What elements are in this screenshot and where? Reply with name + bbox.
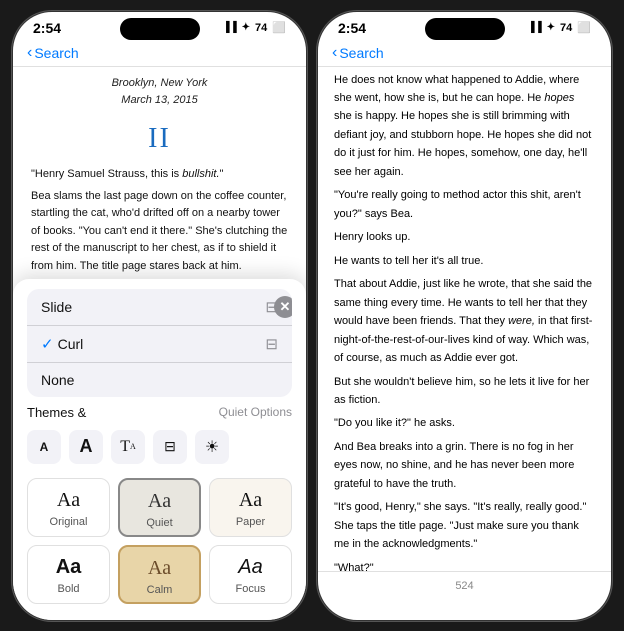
book-content-wrapper-left: Brooklyn, New York March 13, 2015 II "He… (13, 67, 306, 605)
transition-slide-label: Slide (41, 299, 72, 315)
time-left: 2:54 (33, 20, 61, 36)
quiet-option-label: Quiet Options (219, 405, 292, 419)
book-location-line1: Brooklyn, New York (31, 75, 288, 92)
theme-calm[interactable]: Aa Calm (118, 545, 201, 604)
transition-options: Slide ⊟ ✕ ✓ Curl ⊟ (27, 289, 292, 397)
status-icons-left: ▐▐ ✦ 74 ⬜ (222, 21, 286, 34)
themes-grid: Aa Original Aa Quiet Aa Paper (27, 478, 292, 604)
right-reading-content: He does not know what happened to Addie,… (318, 67, 611, 575)
theme-paper-label: Paper (236, 516, 265, 528)
chapter-number: II (31, 117, 288, 160)
theme-quiet[interactable]: Aa Quiet (118, 478, 201, 537)
theme-focus[interactable]: Aa Focus (209, 545, 292, 604)
back-label-right: Search (339, 45, 383, 61)
time-right: 2:54 (338, 20, 366, 36)
theme-original-aa: Aa (57, 489, 80, 512)
left-phone: 2:54 ▐▐ ✦ 74 ⬜ ‹ Search Brooklyn, New Yo… (12, 11, 307, 621)
theme-focus-aa: Aa (238, 556, 262, 579)
transition-curl-label: Curl (58, 336, 84, 352)
theme-bold[interactable]: Aa Bold (27, 545, 110, 604)
theme-paper-aa: Aa (239, 489, 262, 512)
dynamic-island-left (120, 18, 200, 40)
layout-button[interactable]: ⊟ (153, 430, 187, 464)
page-number: 524 (318, 571, 611, 600)
theme-bold-aa: Aa (56, 556, 82, 579)
transition-none-label: None (41, 372, 74, 388)
back-button-left[interactable]: ‹ Search (27, 44, 79, 62)
theme-paper[interactable]: Aa Paper (209, 478, 292, 537)
transition-none[interactable]: None (27, 363, 292, 397)
back-button-right[interactable]: ‹ Search (332, 44, 384, 62)
status-icons-right: ▐▐ ✦ 74 ⬜ (527, 21, 591, 34)
dynamic-island-right (425, 18, 505, 40)
theme-calm-label: Calm (147, 584, 173, 596)
font-type-button[interactable]: TA (111, 430, 145, 464)
theme-original[interactable]: Aa Original (27, 478, 110, 537)
theme-calm-aa: Aa (148, 557, 171, 580)
right-phone: 2:54 ▐▐ ✦ 74 ⬜ ‹ Search He does not know… (317, 11, 612, 621)
themes-header: Themes & Quiet Options (27, 405, 292, 420)
bottom-panel: Slide ⊟ ✕ ✓ Curl ⊟ (13, 279, 306, 620)
chevron-left-icon: ‹ (27, 44, 32, 62)
transition-slide[interactable]: Slide ⊟ ✕ (27, 289, 292, 326)
book-header: Brooklyn, New York March 13, 2015 (31, 67, 288, 115)
close-transitions-button[interactable]: ✕ (274, 296, 292, 318)
theme-bold-label: Bold (57, 583, 79, 595)
back-label-left: Search (34, 45, 78, 61)
theme-original-label: Original (50, 516, 88, 528)
nav-bar-right: ‹ Search (318, 40, 611, 67)
brightness-button[interactable]: ☀ (195, 430, 229, 464)
font-increase-button[interactable]: A (69, 430, 103, 464)
nav-bar-left: ‹ Search (13, 40, 306, 67)
theme-quiet-aa: Aa (148, 490, 171, 513)
theme-focus-label: Focus (236, 583, 266, 595)
check-icon: ✓ (41, 335, 54, 353)
transition-curl-icon: ⊟ (265, 335, 278, 353)
font-controls: A A TA ⊟ ☀ (27, 426, 292, 468)
chevron-right-icon: ‹ (332, 44, 337, 62)
themes-title: Themes & (27, 405, 86, 420)
transition-curl[interactable]: ✓ Curl ⊟ (27, 326, 292, 363)
right-book-text: He does not know what happened to Addie,… (334, 71, 595, 575)
theme-quiet-label: Quiet (146, 517, 172, 529)
font-decrease-button[interactable]: A (27, 430, 61, 464)
book-location-line2: March 13, 2015 (31, 92, 288, 109)
